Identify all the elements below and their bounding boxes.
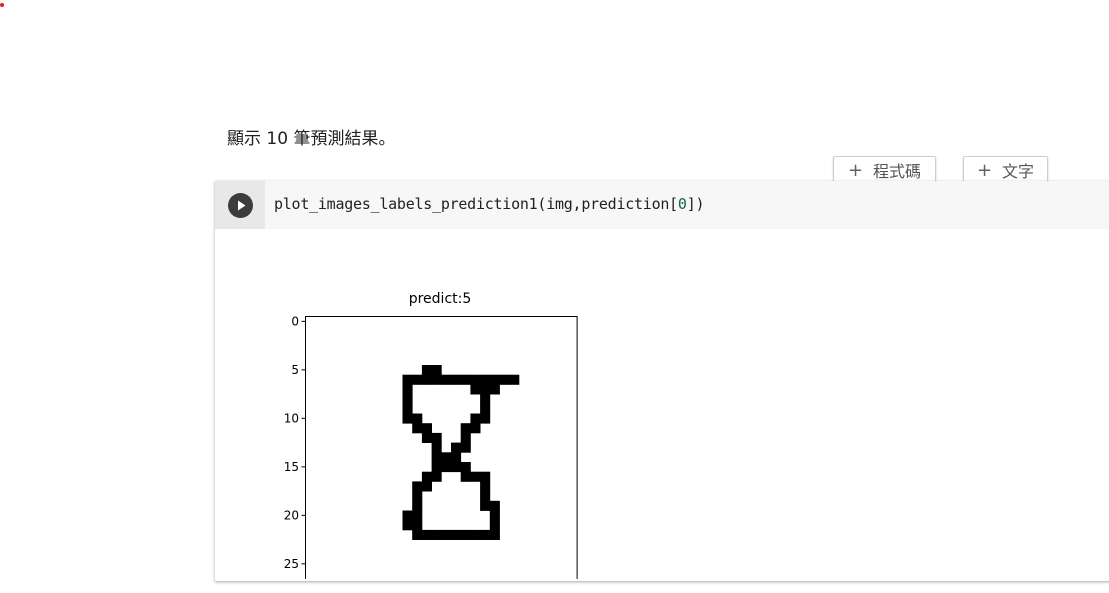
y-axis: 0 5 10 15 20 25: [284, 314, 306, 571]
image-pixel: [441, 462, 452, 473]
image-pixel: [402, 403, 413, 414]
image-pixel: [480, 403, 491, 414]
image-pixel: [431, 365, 442, 376]
image-pixel: [460, 442, 471, 453]
image-pixel: [412, 374, 423, 385]
y-tick-label: 0: [291, 314, 299, 328]
image-pixel: [480, 491, 491, 502]
image-pixel: [451, 374, 462, 385]
image-pixel: [489, 374, 500, 385]
image-pixel: [451, 529, 462, 540]
image-pixels: [402, 365, 520, 540]
code-number: 0: [677, 195, 687, 213]
y-tick-label: 15: [284, 460, 299, 474]
image-pixel: [431, 452, 442, 463]
image-pixel: [470, 529, 481, 540]
image-pixel: [470, 471, 481, 482]
y-tick-label: 20: [284, 508, 299, 522]
image-pixel: [470, 423, 481, 434]
image-pixel: [402, 520, 413, 531]
add-code-label: 程式碼: [873, 162, 922, 181]
image-pixel: [402, 384, 413, 395]
y-tick-label: 25: [284, 557, 299, 571]
play-icon: [238, 200, 246, 211]
image-pixel: [431, 432, 442, 443]
image-pixel: [402, 510, 413, 521]
image-pixel: [431, 529, 442, 540]
image-pixel: [451, 462, 462, 473]
image-pixel: [421, 365, 432, 376]
image-pixel: [451, 442, 462, 453]
image-pixel: [421, 529, 432, 540]
image-pixel: [480, 413, 491, 424]
image-pixel: [412, 510, 423, 521]
plus-icon: +: [847, 159, 864, 181]
image-pixel: [451, 452, 462, 463]
image-pixel: [421, 423, 432, 434]
image-pixel: [470, 413, 481, 424]
image-pixel: [480, 529, 491, 540]
image-pixel: [460, 462, 471, 473]
image-pixel: [421, 432, 432, 443]
cell-gutter: [215, 181, 265, 229]
image-pixel: [412, 491, 423, 502]
image-pixel: [421, 471, 432, 482]
code-line: plot_images_labels_prediction1(img,predi…: [274, 195, 705, 213]
image-pixel: [412, 520, 423, 531]
image-pixel: [421, 374, 432, 385]
image-pixel: [402, 413, 413, 424]
code-editor[interactable]: plot_images_labels_prediction1(img,predi…: [265, 181, 1109, 229]
plot-title: predict:5: [409, 291, 472, 307]
image-pixel: [412, 423, 423, 434]
image-pixel: [431, 374, 442, 385]
image-pixel: [402, 374, 413, 385]
plus-icon: +: [976, 159, 993, 181]
cell-output: predict:5 0 5 10 15 20 25 0 5 10 15 20 25: [215, 229, 1109, 581]
image-pixel: [441, 452, 452, 463]
image-pixel: [489, 520, 500, 531]
image-pixel: [412, 481, 423, 492]
image-pixel: [421, 481, 432, 492]
image-pixel: [489, 384, 500, 395]
image-pixel: [412, 529, 423, 540]
image-pixel: [460, 423, 471, 434]
red-dot-marker: [0, 3, 4, 7]
y-tick-label: 5: [291, 363, 299, 377]
image-pixel: [460, 529, 471, 540]
image-pixel: [441, 529, 452, 540]
image-pixel: [460, 432, 471, 443]
image-pixel: [480, 394, 491, 405]
image-pixel: [470, 384, 481, 395]
prediction-image-plot: predict:5 0 5 10 15 20 25 0 5 10 15 20 25: [284, 291, 578, 579]
code-prefix: plot_images_labels_prediction1(img,predi…: [274, 195, 678, 213]
image-pixel: [441, 374, 452, 385]
image-pixel: [431, 471, 442, 482]
image-pixel: [480, 481, 491, 492]
image-pixel: [412, 500, 423, 511]
markdown-cell-text[interactable]: 顯示 10 筆預測結果。: [227, 124, 395, 149]
image-pixel: [489, 510, 500, 521]
image-pixel: [460, 471, 471, 482]
add-text-cell-button[interactable]: + 文字: [963, 156, 1048, 184]
image-pixel: [509, 374, 520, 385]
image-pixel: [470, 374, 481, 385]
add-text-label: 文字: [1002, 162, 1035, 181]
image-pixel: [480, 500, 491, 511]
run-cell-button[interactable]: [228, 193, 253, 218]
image-pixel: [480, 374, 491, 385]
add-code-cell-button[interactable]: + 程式碼: [833, 156, 936, 184]
image-pixel: [489, 500, 500, 511]
code-suffix: ]): [686, 195, 705, 213]
image-pixel: [489, 529, 500, 540]
image-pixel: [402, 394, 413, 405]
code-cell: plot_images_labels_prediction1(img,predi…: [215, 181, 1109, 581]
image-pixel: [480, 384, 491, 395]
image-pixel: [431, 462, 442, 473]
image-pixel: [499, 374, 510, 385]
image-pixel: [460, 374, 471, 385]
image-pixel: [480, 471, 491, 482]
image-pixel: [431, 442, 442, 453]
y-tick-label: 10: [284, 411, 299, 425]
image-pixel: [412, 413, 423, 424]
